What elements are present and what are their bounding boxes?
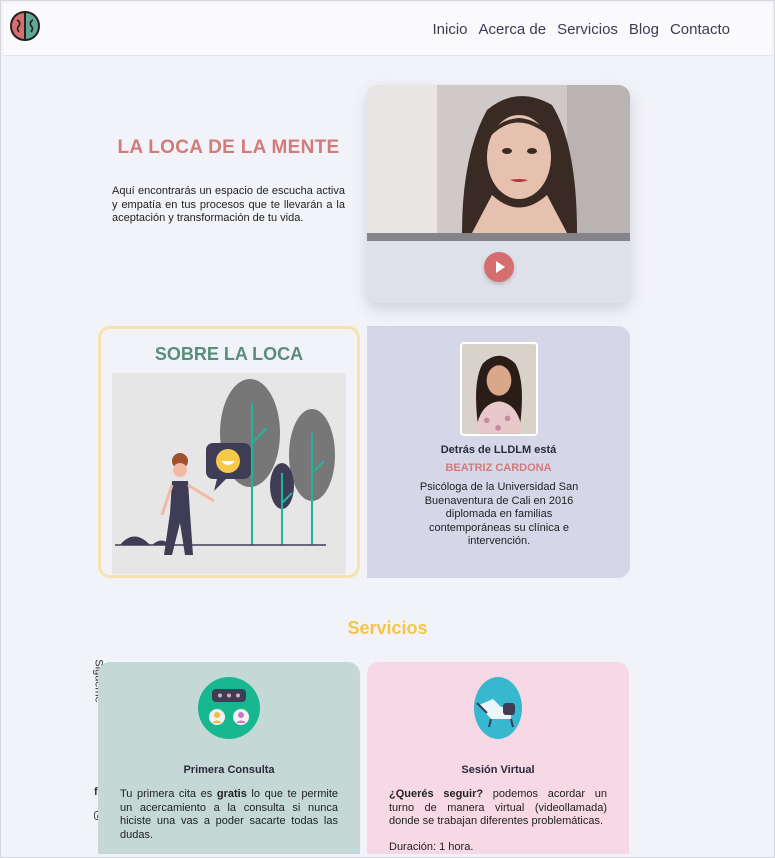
bio-card: Detrás de LLDLM está BEATRIZ CARDONA Psi… [367,326,630,578]
service-title: Primera Consulta [183,764,275,776]
consultation-chat-icon [198,677,260,739]
service-description: Tu primera cita es gratis lo que te perm… [120,788,338,841]
nav-contacto[interactable]: Contacto [670,21,730,38]
service-card-primera-consulta[interactable]: Primera Consulta Tu primera cita es grat… [98,662,360,854]
beatriz-photo [460,342,538,436]
hero-description: Aquí encontrarás un espacio de escucha a… [112,185,345,224]
about-title: SOBRE LA LOCA [154,344,304,364]
brain-logo-icon[interactable] [8,9,42,43]
header: Inicio Acerca de Servicios Blog Contacto [3,3,772,56]
about-card: SOBRE LA LOCA [98,326,360,578]
bio-intro: Detrás de LLDLM está [440,444,557,456]
bio-description: Psicóloga de la Universidad San Buenaven… [419,481,579,547]
video-progress-bar[interactable] [367,233,630,241]
bio-name: BEATRIZ CARDONA [445,462,552,474]
service-title: Sesión Virtual [461,764,535,776]
nav-inicio[interactable]: Inicio [432,21,467,38]
nav-blog[interactable]: Blog [629,21,659,38]
services-title: Servicios [347,618,428,638]
service-duration: Duración: 1 hora. [389,841,474,853]
service-card-sesion-virtual[interactable]: Sesión Virtual ¿Querés seguir? podemos a… [367,662,629,854]
service-description: ¿Querés seguir? podemos acordar un turno… [389,788,607,827]
video-player[interactable] [367,85,630,303]
video-thumbnail-portrait [367,85,630,233]
play-button-icon[interactable] [484,252,514,282]
nav-servicios[interactable]: Servicios [557,21,618,38]
hero-title: LA LOCA DE LA MENTE [117,137,340,158]
woman-with-trees-illustration [112,373,346,574]
therapy-couch-icon [474,677,522,739]
nav-acerca-de[interactable]: Acerca de [479,21,547,38]
main-nav: Inicio Acerca de Servicios Blog Contacto [432,21,730,38]
